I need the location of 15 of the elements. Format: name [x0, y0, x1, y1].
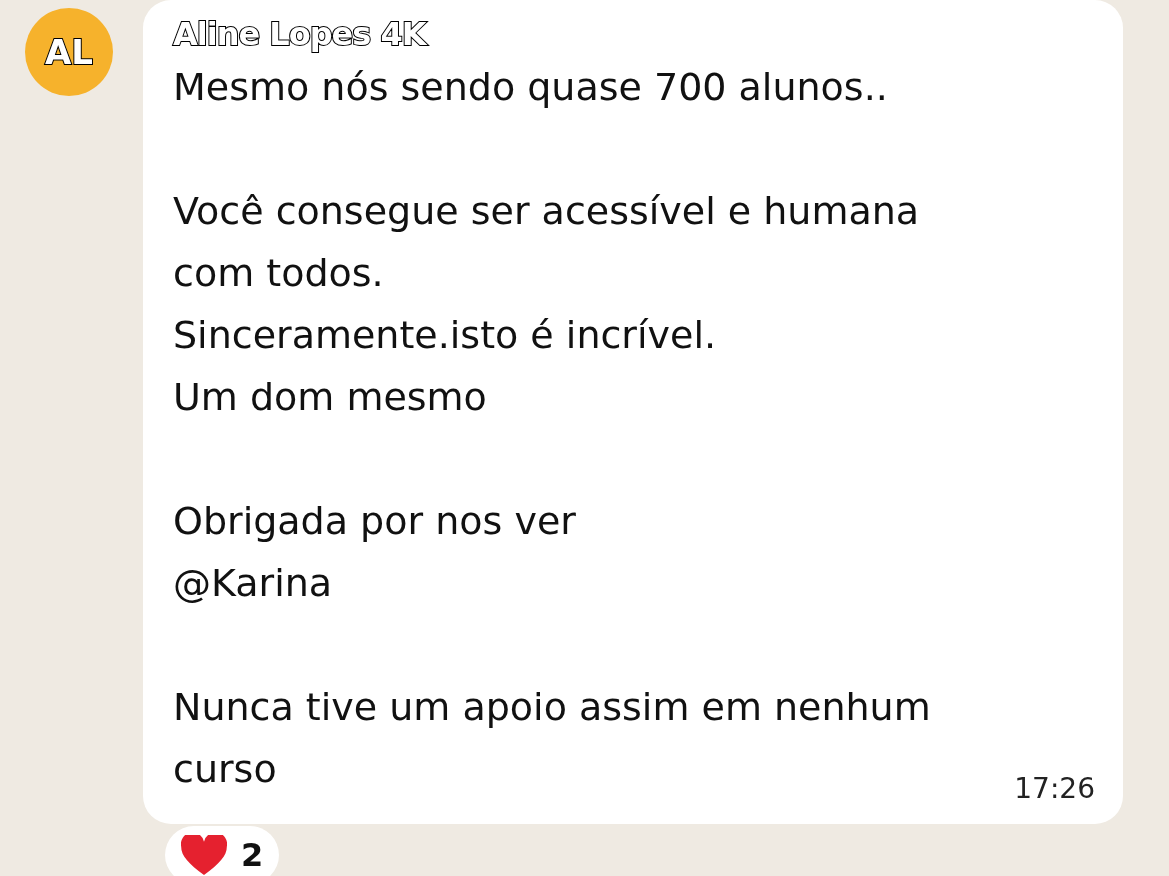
reaction-count: 2: [241, 835, 264, 876]
message-line: Mesmo nós sendo quase 700 alunos..: [173, 64, 888, 111]
message-time: 17:26: [1014, 772, 1095, 806]
avatar-initials: AL: [45, 30, 93, 74]
message-line: com todos.: [173, 250, 384, 297]
message-line: @Karina: [173, 560, 333, 607]
reaction-pill[interactable]: 2: [165, 826, 280, 876]
message-line: Você consegue ser acessível e humana: [173, 188, 920, 235]
heart-icon: [181, 835, 227, 875]
message-line: curso: [173, 746, 277, 793]
message-line: Nunca tive um apoio assim em nenhum: [173, 684, 931, 731]
sender-name: Aline Lopes 4K: [173, 12, 1095, 56]
message-line: Obrigada por nos ver: [173, 498, 576, 545]
message-line: Um dom mesmo: [173, 374, 487, 421]
message-line: Sinceramente.isto é incrível.: [173, 312, 717, 359]
